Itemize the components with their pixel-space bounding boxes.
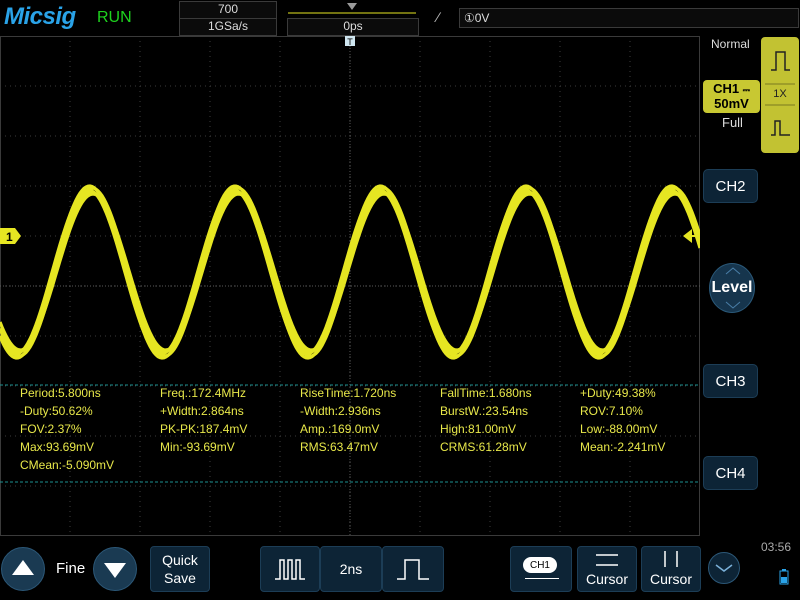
timebase-wider-button[interactable]	[260, 546, 320, 592]
timebase-narrower-button[interactable]	[382, 546, 444, 592]
cursor-vertical-button[interactable]: Cursor	[641, 546, 701, 592]
measurement-item: -Width:2.936ns	[300, 404, 381, 418]
measurement-panel: Period:5.800ns Freq.:172.4MHz RiseTime:1.7…	[20, 386, 690, 482]
measurement-item: CRMS:61.28mV	[440, 440, 527, 454]
ch1-badge: CH1	[523, 557, 557, 573]
measurement-item: RMS:63.47mV	[300, 440, 379, 454]
ch3-button[interactable]: CH3	[703, 364, 758, 398]
svg-text:T: T	[347, 37, 353, 47]
measurement-item: Min:-93.69mV	[160, 440, 235, 454]
measurement-item: Low:-88.00mV	[580, 422, 658, 436]
trigger-level[interactable]: ①0V	[459, 8, 799, 28]
measurement-item: Amp.:169.0mV	[300, 422, 380, 436]
ch4-button[interactable]: CH4	[703, 456, 758, 490]
vertical-cursor-icon	[664, 551, 678, 567]
down-arrow-icon	[104, 563, 126, 578]
down-button[interactable]	[93, 547, 137, 591]
chevron-down-icon	[715, 564, 733, 572]
clock: 03:56	[761, 540, 792, 554]
measurement-item: ROV:7.10%	[580, 404, 643, 418]
chevron-down-icon	[725, 301, 741, 309]
run-status[interactable]: RUN	[97, 9, 132, 27]
ch2-button[interactable]: CH2	[703, 169, 758, 203]
level-label: Level	[711, 279, 753, 296]
battery-icon	[779, 569, 789, 585]
up-button[interactable]	[1, 547, 45, 591]
measurement-item: Freq.:172.4MHz	[160, 386, 247, 400]
cursor-horizontal-button[interactable]: Cursor	[577, 546, 637, 592]
coupling-panel: 1X	[761, 37, 799, 153]
horizontal-cursor-icon	[596, 554, 618, 566]
quick-save-line2: Save	[164, 570, 196, 586]
top-status-bar: Micsig RUN 700 1GSa/s 0ps ∕ ①0V	[0, 0, 800, 36]
trigger-slope-icon[interactable]: ∕	[437, 9, 439, 25]
trigger-position-marker[interactable]: T	[345, 36, 355, 47]
ch1-marker-label: 1	[6, 230, 13, 244]
acquire-mode[interactable]: Normal	[711, 37, 750, 51]
ch1-button[interactable]: CH1 ⎓ 50mV	[703, 80, 760, 113]
fine-mode-label[interactable]: Fine	[56, 560, 85, 577]
horizontal-delay[interactable]: 0ps	[287, 18, 419, 36]
brand-logo: Micsig	[4, 3, 76, 30]
measurement-item: Mean:-2.241mV	[580, 440, 666, 454]
measurement-item: FallTime:1.680ns	[440, 386, 532, 400]
timeline-overview[interactable]	[288, 2, 416, 18]
pulse-wide-icon	[397, 559, 429, 580]
more-menu-button[interactable]	[708, 552, 740, 584]
pulse-narrow-icon	[275, 559, 305, 580]
measurement-item: PK-PK:187.4mV	[160, 422, 248, 436]
memory-depth[interactable]: 700	[179, 1, 277, 19]
sample-rate[interactable]: 1GSa/s	[179, 18, 277, 36]
level-knob[interactable]: Level	[709, 263, 755, 313]
ch1-scale: 50mV	[714, 96, 749, 111]
measurement-item: Period:5.800ns	[20, 386, 101, 400]
measurement-item: BurstW.:23.54ns	[440, 404, 529, 418]
measurement-item: High:81.00mV	[440, 422, 517, 436]
bandwidth-limit[interactable]: Full	[722, 115, 743, 130]
channel-select-button[interactable]: CH1	[510, 546, 572, 592]
measurement-item: +Width:2.864ns	[160, 404, 244, 418]
chevron-up-icon	[725, 267, 741, 275]
measurement-item: FOV:2.37%	[20, 422, 82, 436]
quick-save-line1: Quick	[162, 552, 198, 568]
up-arrow-icon	[12, 560, 34, 575]
timebase-value[interactable]: 2ns	[320, 546, 382, 592]
quick-save-button[interactable]: Quick Save	[150, 546, 210, 592]
measurement-item: CMean:-5.090mV	[20, 458, 115, 472]
cursor-vertical-label: Cursor	[649, 571, 692, 587]
measurement-item: -Duty:50.62%	[20, 404, 93, 418]
cursor-horizontal-label: Cursor	[585, 571, 628, 587]
measurement-item: RiseTime:1.720ns	[300, 386, 397, 400]
measurement-item: +Duty:49.38%	[580, 386, 656, 400]
probe-ratio[interactable]: 1X	[761, 88, 799, 100]
measurement-item: Max:93.69mV	[20, 440, 95, 454]
ch1-offset-marker[interactable]: 1	[0, 228, 21, 244]
ch1-name: CH1	[713, 81, 740, 96]
